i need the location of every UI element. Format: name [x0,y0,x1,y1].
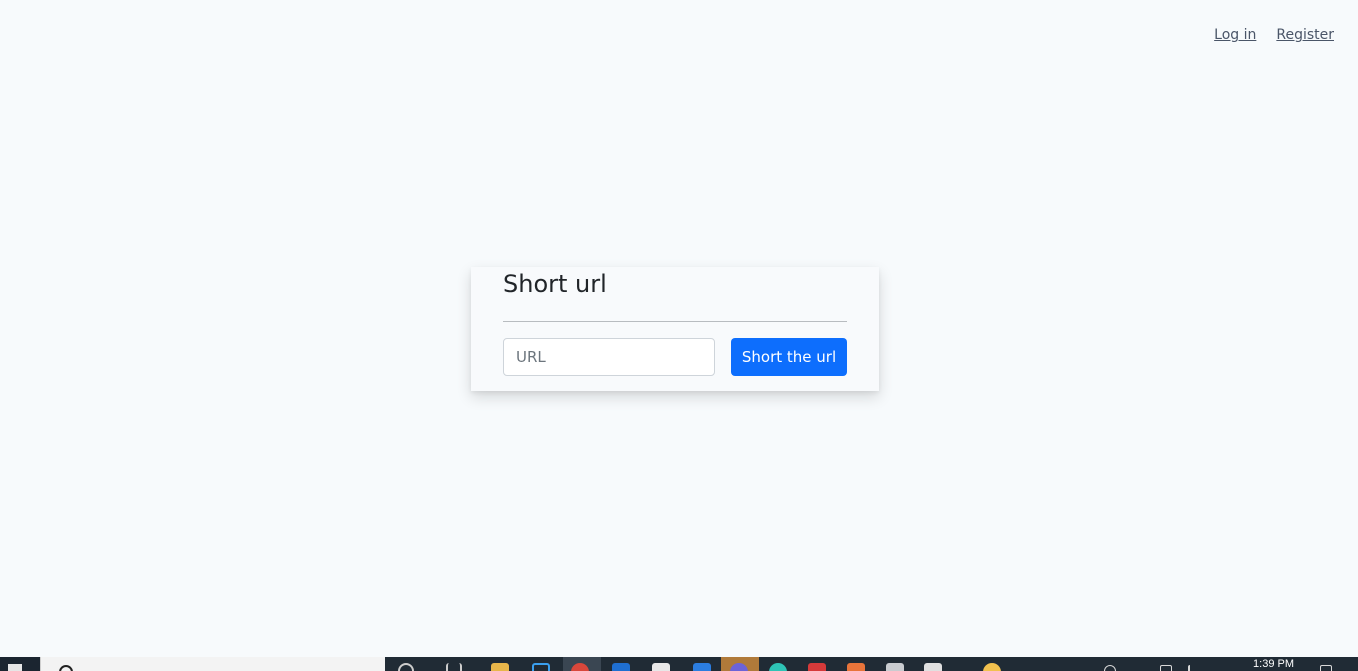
short-url-form: Short the url [503,338,847,376]
vscode-icon[interactable] [612,663,630,671]
url-input[interactable] [503,338,715,376]
chevron-up-icon[interactable] [1188,665,1200,671]
search-icon [59,665,73,671]
card-title: Short url [503,270,607,298]
login-link[interactable]: Log in [1214,27,1256,43]
app-icon[interactable] [652,663,670,671]
file-explorer-icon[interactable] [491,663,509,671]
taskbar-search[interactable] [40,657,385,671]
app-icon[interactable] [769,663,787,671]
volume-icon[interactable] [1160,665,1172,671]
app-icon[interactable] [886,663,904,671]
app-icon[interactable] [847,663,865,671]
app-icon[interactable] [924,663,942,671]
divider [503,321,847,322]
app-icon[interactable] [983,663,1001,671]
network-icon[interactable] [1104,665,1116,671]
notification-icon[interactable] [1320,665,1332,671]
register-link[interactable]: Register [1276,27,1334,43]
taskbar: 1:39 PM [0,657,1358,671]
store-icon[interactable] [532,663,550,671]
app-icon[interactable] [693,663,711,671]
clock[interactable]: 1:39 PM [1253,657,1294,671]
task-view-icon[interactable] [398,663,414,671]
start-button[interactable] [0,657,40,671]
windows-icon [8,664,22,671]
top-nav: Log in Register [1214,27,1334,43]
app-icon[interactable] [808,663,826,671]
page: Log in Register Short url Short the url [0,0,1358,671]
short-url-button[interactable]: Short the url [731,338,847,376]
short-url-card: Short url Short the url [471,267,879,391]
widgets-icon[interactable] [446,663,462,671]
